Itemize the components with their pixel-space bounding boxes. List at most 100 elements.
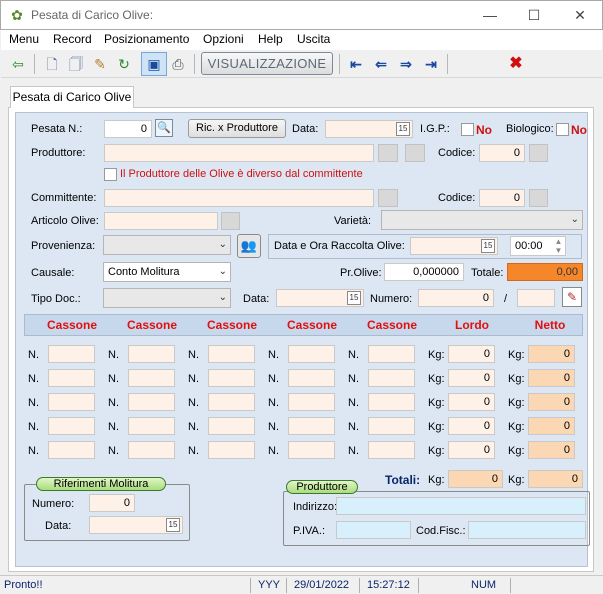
netto-field[interactable]: 0 xyxy=(528,441,575,459)
committente-field[interactable] xyxy=(104,189,374,207)
cassone-field[interactable] xyxy=(128,345,175,363)
calendar-icon[interactable]: 15 xyxy=(481,239,495,253)
cassone-field[interactable] xyxy=(368,441,415,459)
cassone-n-label: N. xyxy=(348,349,359,361)
lordo-field[interactable]: 0 xyxy=(448,393,495,411)
cassone-field[interactable] xyxy=(288,441,335,459)
produttore-lookup-button[interactable] xyxy=(378,144,398,162)
cassone-field[interactable] xyxy=(128,417,175,435)
cassone-n-label: N. xyxy=(188,421,199,433)
produttore-diverso-checkbox[interactable] xyxy=(104,168,117,181)
cassone-field[interactable] xyxy=(48,417,95,435)
cassone-field[interactable] xyxy=(208,369,255,387)
numero-documento-field[interactable]: 0 xyxy=(418,289,494,307)
cassone-field[interactable] xyxy=(48,441,95,459)
netto-field[interactable]: 0 xyxy=(528,417,575,435)
delete-icon[interactable]: ✖ xyxy=(505,53,527,75)
menu-posizionamento[interactable]: Posizionamento xyxy=(104,32,189,46)
cassone-field[interactable] xyxy=(128,441,175,459)
edit-icon[interactable]: ✎ xyxy=(89,53,111,75)
prolive-field[interactable]: 0,000000 xyxy=(384,263,464,281)
menu-menu[interactable]: Menu xyxy=(9,32,39,46)
cassone-field[interactable] xyxy=(208,417,255,435)
refresh-icon[interactable]: ↻ xyxy=(113,53,135,75)
rif-numero-field[interactable]: 0 xyxy=(89,494,135,512)
articolo-lookup-button[interactable] xyxy=(221,212,240,230)
first-record-icon[interactable]: ⇤ xyxy=(345,53,367,75)
codice-committente-button[interactable] xyxy=(529,189,548,207)
people-icon[interactable]: 👥 xyxy=(237,234,261,258)
cassone-field[interactable] xyxy=(208,393,255,411)
status-year-mode: YYY xyxy=(258,579,281,591)
cassone-field[interactable] xyxy=(48,345,95,363)
piva-field[interactable] xyxy=(336,521,411,539)
totale-netto-field: 0 xyxy=(528,470,583,488)
provenienza-select[interactable]: ⌄ xyxy=(103,235,231,255)
articolo-field[interactable] xyxy=(104,212,218,230)
igp-checkbox[interactable] xyxy=(461,123,474,136)
cassone-field[interactable] xyxy=(208,345,255,363)
previous-record-icon[interactable]: ⇐ xyxy=(370,53,392,75)
cassone-field[interactable] xyxy=(288,345,335,363)
monitor-icon[interactable]: ▣ xyxy=(141,52,167,76)
cassone-field[interactable] xyxy=(288,369,335,387)
cassone-field[interactable] xyxy=(128,369,175,387)
indirizzo-field[interactable] xyxy=(336,497,586,515)
cassone-field[interactable] xyxy=(208,441,255,459)
close-button[interactable]: ✕ xyxy=(565,5,595,25)
numero-suffix-field[interactable] xyxy=(517,289,555,307)
maximize-button[interactable]: ☐ xyxy=(519,5,549,25)
netto-field[interactable]: 0 xyxy=(528,369,575,387)
search-icon[interactable]: 🔍 xyxy=(155,119,173,137)
ric-produttore-button[interactable]: Ric. x Produttore xyxy=(188,119,286,138)
codfisc-field[interactable] xyxy=(468,521,586,539)
lordo-field[interactable]: 0 xyxy=(448,441,495,459)
codice-committente-field[interactable]: 0 xyxy=(479,189,525,207)
lordo-field[interactable]: 0 xyxy=(448,345,495,363)
cassone-field[interactable] xyxy=(288,417,335,435)
visualizzazione-button[interactable]: VISUALIZZAZIONE xyxy=(201,52,333,75)
chevron-down-icon: ⌄ xyxy=(218,266,227,277)
menu-help[interactable]: Help xyxy=(258,32,283,46)
edit-notes-icon[interactable]: ✎ xyxy=(562,287,582,307)
tab-pesata-carico-olive[interactable]: Pesata di Carico Olive xyxy=(10,86,134,108)
spinner-icon[interactable]: ▲ ▼ xyxy=(552,237,565,255)
menu-record[interactable]: Record xyxy=(53,32,92,46)
pesata-number-field[interactable]: 0 xyxy=(104,120,152,138)
prolive-label: Pr.Olive: xyxy=(340,267,382,279)
cassone-field[interactable] xyxy=(368,345,415,363)
cassone-field[interactable] xyxy=(288,393,335,411)
cassone-field[interactable] xyxy=(368,369,415,387)
committente-lookup-button[interactable] xyxy=(378,189,398,207)
rif-numero-label: Numero: xyxy=(32,498,75,510)
cassone-field[interactable] xyxy=(128,393,175,411)
causale-select[interactable]: Conto Molitura ⌄ xyxy=(103,262,231,282)
netto-field[interactable]: 0 xyxy=(528,393,575,411)
tipodoc-select[interactable]: ⌄ xyxy=(103,288,231,308)
printer-icon[interactable]: ⎙ xyxy=(167,53,189,75)
cassone-field[interactable] xyxy=(48,393,95,411)
produttore-field[interactable] xyxy=(104,144,374,162)
codice-produttore-field[interactable]: 0 xyxy=(479,144,525,162)
new-document-icon[interactable]: 🗋 xyxy=(41,53,63,75)
codice-produttore-button[interactable] xyxy=(529,144,548,162)
last-record-icon[interactable]: ⇥ xyxy=(420,53,442,75)
next-record-icon[interactable]: ⇒ xyxy=(395,53,417,75)
cassone-field[interactable] xyxy=(368,417,415,435)
copy-document-icon[interactable]: 🗍 xyxy=(65,53,87,75)
biologico-checkbox[interactable] xyxy=(556,123,569,136)
cassone-field[interactable] xyxy=(368,393,415,411)
exit-icon[interactable]: ⇦ xyxy=(7,53,29,75)
calendar-icon[interactable]: 15 xyxy=(347,291,361,305)
calendar-icon[interactable]: 15 xyxy=(396,122,410,136)
menu-opzioni[interactable]: Opzioni xyxy=(203,32,244,46)
netto-field[interactable]: 0 xyxy=(528,345,575,363)
minimize-button[interactable]: — xyxy=(475,5,505,25)
calendar-icon[interactable]: 15 xyxy=(166,518,180,532)
produttore-extra-button[interactable] xyxy=(405,144,425,162)
varieta-select[interactable]: ⌄ xyxy=(381,210,583,230)
menu-uscita[interactable]: Uscita xyxy=(297,32,330,46)
lordo-field[interactable]: 0 xyxy=(448,369,495,387)
cassone-field[interactable] xyxy=(48,369,95,387)
lordo-field[interactable]: 0 xyxy=(448,417,495,435)
